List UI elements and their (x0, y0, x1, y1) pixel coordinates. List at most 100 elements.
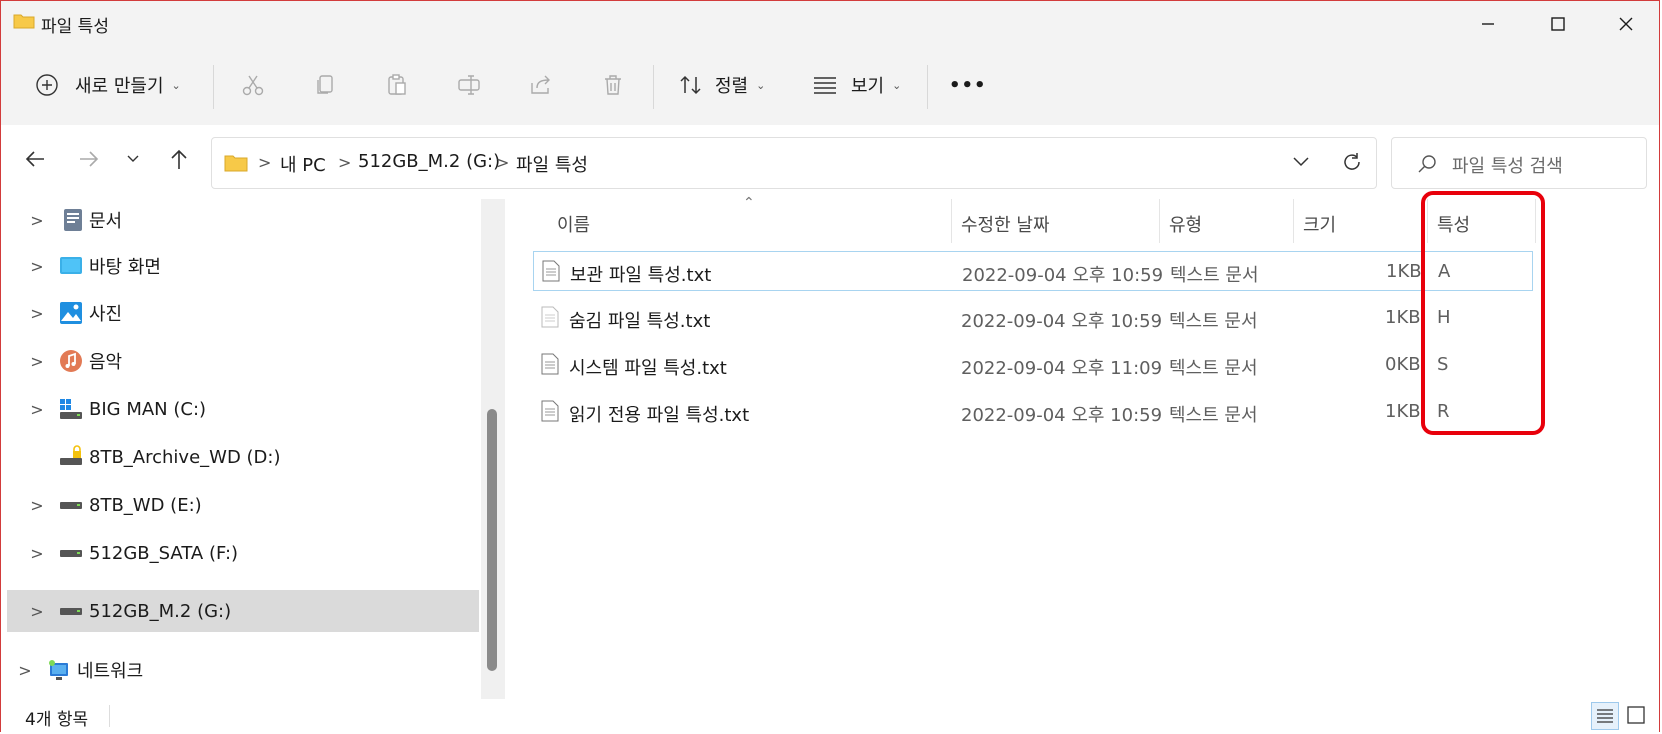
chevron-right-icon[interactable]: > (27, 257, 47, 276)
cut-button[interactable] (235, 63, 271, 107)
rename-button[interactable] (451, 63, 487, 107)
arrow-left-icon (25, 151, 44, 167)
column-divider[interactable] (951, 199, 952, 243)
column-divider[interactable] (1293, 199, 1294, 243)
sidebar-scrollbar-thumb[interactable] (487, 409, 497, 671)
sidebar-item-drive-e[interactable]: > 8TB_WD (E:) (1, 484, 479, 526)
sidebar-item-documents[interactable]: > 문서 (1, 199, 479, 241)
sidebar-item-label: BIG MAN (C:) (89, 398, 207, 420)
sidebar-item-pictures[interactable]: > 사진 (1, 292, 479, 334)
column-header-type[interactable]: 유형 (1169, 211, 1202, 237)
sort-ascending-icon: ⌃ (743, 195, 755, 211)
new-button[interactable]: 새로 만들기 ⌄ (29, 63, 181, 107)
column-header-modified[interactable]: 수정한 날짜 (961, 211, 1050, 237)
chevron-right-icon[interactable]: > (27, 352, 47, 371)
chevron-right-icon[interactable]: > (27, 400, 47, 419)
copy-icon (307, 67, 343, 103)
window-title: 파일 특성 (41, 17, 109, 37)
sidebar-item-label: 문서 (89, 211, 123, 232)
maximize-icon (1551, 17, 1565, 31)
file-size: 1KB (1385, 307, 1421, 328)
breadcrumb-chevron-icon: > (258, 153, 272, 172)
chevron-right-icon[interactable]: > (27, 544, 47, 563)
chevron-right-icon[interactable]: > (15, 661, 35, 680)
status-divider (109, 705, 110, 727)
file-row[interactable]: 읽기 전용 파일 특성.txt 2022-09-04 오후 10:59 텍스트 … (533, 392, 1533, 432)
file-modified: 2022-09-04 오후 10:59 (962, 265, 1164, 286)
up-button[interactable] (159, 141, 199, 177)
file-modified: 2022-09-04 오후 10:59 (961, 405, 1163, 426)
delete-button[interactable] (595, 63, 631, 107)
trash-icon (595, 67, 631, 103)
file-size: 1KB (1386, 261, 1422, 282)
sidebar-item-drive-c[interactable]: > BIG MAN (C:) (1, 388, 479, 430)
minimize-button[interactable] (1453, 1, 1523, 47)
address-history-chevron-icon[interactable] (1292, 156, 1310, 168)
chevron-right-icon[interactable]: > (27, 211, 47, 230)
sidebar-item-label: 512GB_M.2 (G:) (89, 600, 232, 622)
file-row[interactable]: 시스템 파일 특성.txt 2022-09-04 오후 11:09 텍스트 문서… (533, 345, 1533, 385)
view-list-icon (807, 67, 843, 103)
sidebar-item-drive-g[interactable]: > 512GB_M.2 (G:) (7, 590, 479, 632)
file-name: 읽기 전용 파일 특성.txt (569, 405, 750, 426)
file-explorer-window: 파일 특성 새로 만들기 ⌄ 정렬 ⌄ 보기 ⌄ ••• > 내 PC > 51… (0, 0, 1660, 733)
file-type: 텍스트 문서 (1170, 265, 1259, 286)
sidebar-item-label: 사진 (89, 304, 123, 325)
sidebar-item-desktop[interactable]: > 바탕 화면 (1, 245, 479, 287)
sidebar-item-music[interactable]: > 음악 (1, 340, 479, 382)
file-name: 보관 파일 특성.txt (570, 265, 712, 286)
file-modified: 2022-09-04 오후 10:59 (961, 311, 1163, 332)
large-icons-view-button[interactable] (1623, 702, 1649, 728)
more-options-button[interactable]: ••• (949, 63, 987, 107)
arrow-up-icon (171, 149, 187, 169)
sort-button[interactable]: 정렬 ⌄ (673, 63, 765, 107)
breadcrumb-chevron-icon: > (496, 153, 510, 172)
forward-button[interactable] (69, 141, 109, 177)
system-drive-icon (60, 399, 82, 419)
paste-button[interactable] (379, 63, 415, 107)
file-size: 0KB (1385, 354, 1421, 375)
address-bar[interactable]: > 내 PC > 512GB_M.2 (G:) > 파일 특성 (211, 137, 1377, 189)
toolbar-divider (213, 65, 214, 109)
column-header-name[interactable]: 이름 (557, 211, 590, 237)
chevron-right-icon[interactable]: > (27, 304, 47, 323)
chevron-right-icon[interactable]: > (27, 602, 47, 621)
chevron-right-icon[interactable]: > (27, 496, 47, 515)
breadcrumb-current-folder[interactable]: 파일 특성 (516, 151, 588, 177)
title-bar: 파일 특성 (1, 1, 1659, 47)
sidebar-item-label: 네트워크 (77, 661, 144, 682)
paste-icon (379, 67, 415, 103)
navigation-bar: > 내 PC > 512GB_M.2 (G:) > 파일 특성 파일 특성 검색 (1, 125, 1659, 193)
file-row[interactable]: 숨김 파일 특성.txt 2022-09-04 오후 10:59 텍스트 문서 … (533, 298, 1533, 338)
maximize-button[interactable] (1523, 1, 1593, 47)
view-label: 보기 (851, 76, 885, 97)
file-type: 텍스트 문서 (1169, 311, 1258, 332)
command-bar: 새로 만들기 ⌄ 정렬 ⌄ 보기 ⌄ ••• (1, 47, 1659, 126)
share-button[interactable] (523, 63, 559, 107)
details-view-button[interactable] (1591, 702, 1619, 730)
column-header-size[interactable]: 크기 (1303, 211, 1336, 237)
folder-icon (224, 155, 248, 172)
breadcrumb-this-pc[interactable]: 내 PC (280, 151, 326, 177)
drive-icon (60, 608, 82, 615)
file-name: 숨김 파일 특성.txt (569, 311, 711, 332)
drive-icon (60, 502, 82, 509)
view-button[interactable]: 보기 ⌄ (807, 63, 901, 107)
sidebar-item-drive-d[interactable]: 8TB_Archive_WD (D:) (1, 436, 479, 478)
close-button[interactable] (1591, 1, 1661, 47)
search-box[interactable]: 파일 특성 검색 (1391, 137, 1647, 189)
back-button[interactable] (15, 141, 55, 177)
column-divider[interactable] (1159, 199, 1160, 243)
file-type: 텍스트 문서 (1169, 405, 1258, 426)
pictures-icon (60, 302, 82, 324)
recent-locations-button[interactable] (113, 141, 153, 177)
refresh-icon[interactable] (1340, 150, 1364, 174)
toolbar-divider (927, 65, 928, 109)
desktop-icon (60, 257, 82, 274)
breadcrumb-drive[interactable]: 512GB_M.2 (G:) (358, 151, 500, 172)
copy-button[interactable] (307, 63, 343, 107)
file-row[interactable]: 보관 파일 특성.txt 2022-09-04 오후 10:59 텍스트 문서 … (533, 251, 1533, 291)
sidebar-item-drive-f[interactable]: > 512GB_SATA (F:) (1, 532, 479, 574)
search-input[interactable]: 파일 특성 검색 (1452, 152, 1563, 178)
sidebar-item-network[interactable]: > 네트워크 (1, 649, 479, 691)
